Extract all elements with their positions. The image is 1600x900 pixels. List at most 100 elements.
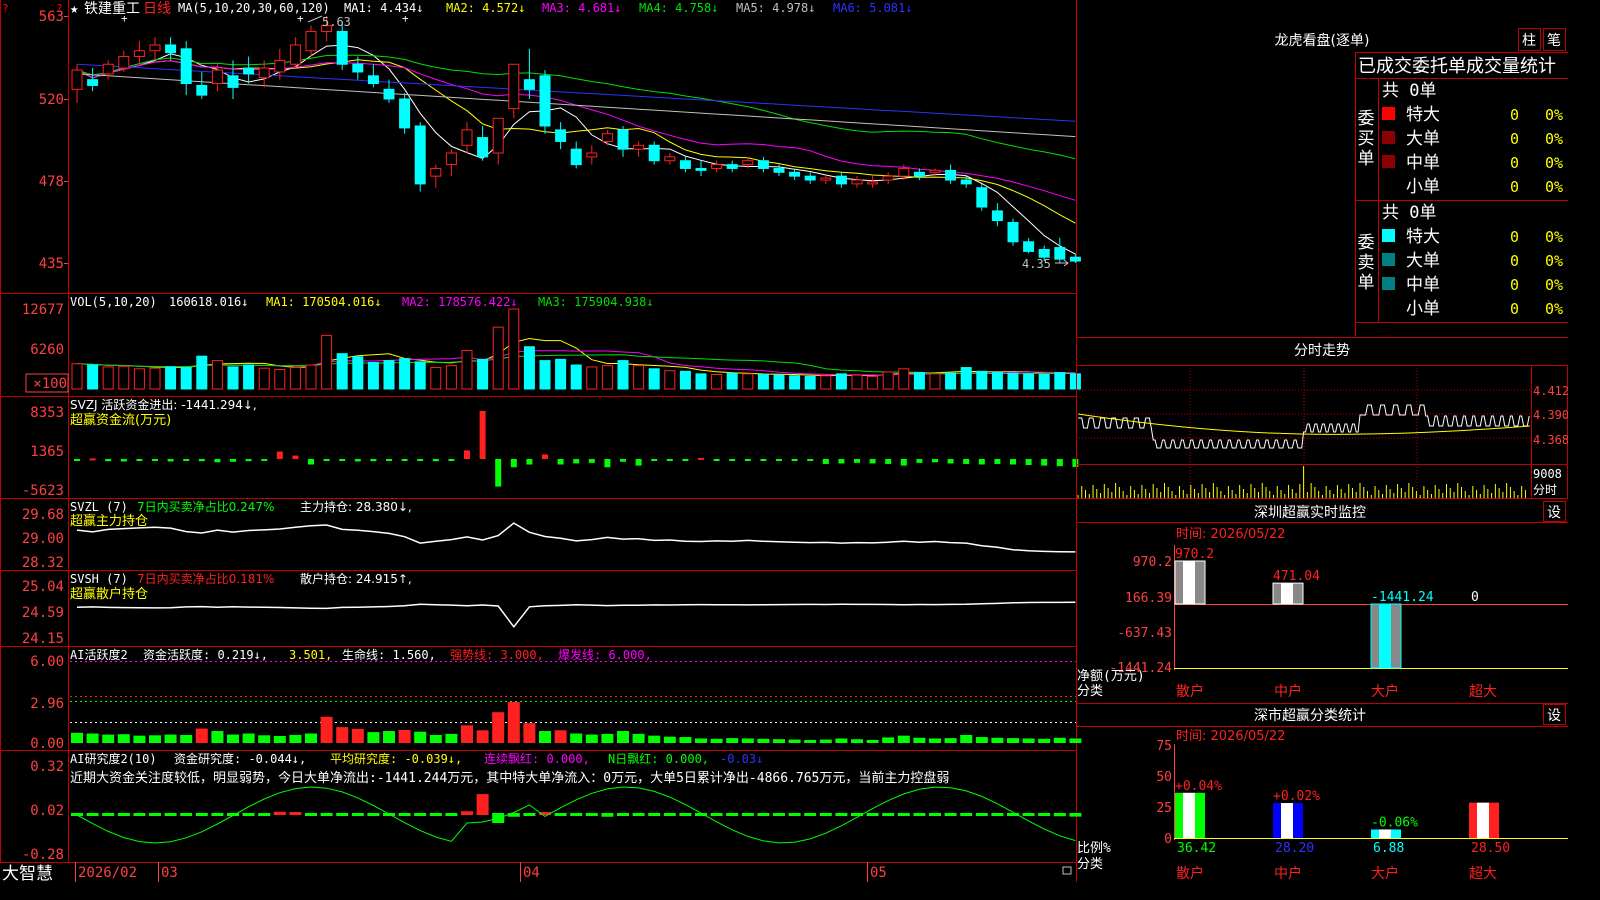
volume-bar (711, 373, 723, 390)
intraday-title: 分时走势 (1294, 343, 1350, 359)
candle-body (742, 160, 754, 166)
activity-bar (539, 731, 551, 743)
retail-holding-line (76, 601, 1076, 629)
flow-bar (339, 459, 346, 461)
flow-bar (807, 459, 814, 461)
candle-body (227, 75, 239, 88)
volume-bar (352, 356, 364, 390)
research-bar (367, 813, 380, 816)
flow-bar (386, 459, 392, 461)
candle-body (898, 167, 910, 177)
volume-bar (976, 370, 988, 390)
activity-bar (102, 734, 115, 743)
flow-bar (276, 451, 283, 459)
buy-row-qty: 0 (1510, 154, 1519, 172)
volume-bar (742, 373, 754, 390)
research-bar (570, 813, 583, 816)
research-bar (351, 813, 364, 816)
svzj-title: 超赢资金流(万元) (70, 412, 171, 428)
volume-bar (461, 350, 473, 390)
classify-y-unit: 比例% (1077, 841, 1111, 856)
candle-body (929, 169, 941, 173)
volume-bar (586, 366, 598, 390)
flow-bar (947, 459, 954, 464)
buy-row-qty: 0 (1510, 178, 1519, 196)
activity-bar (757, 738, 770, 743)
vol-legend-label: VOL(5,10,20) (70, 295, 157, 309)
activity-bar (929, 738, 941, 743)
research-bars (71, 794, 1082, 823)
sell-row-name: 大单 (1406, 251, 1440, 271)
activity-bar (632, 733, 645, 743)
activity-bar (117, 734, 130, 743)
intraday-vol-unit: 分时 (1533, 483, 1557, 497)
activity-bar (1022, 738, 1035, 743)
ai-research-panel: AI研究度2(10) 资金研究度: -0.044↓, 平均研究度: -0.039… (22, 751, 1082, 863)
ma20-line (76, 60, 1076, 201)
research-comment: 近期大资金关注度较低，明显弱势，今日大单净流出:-1441.244万元，其中特大… (70, 770, 949, 786)
flow-bar (682, 459, 689, 461)
candle-body (305, 30, 317, 52)
candle-body (1007, 221, 1019, 243)
classify-cat: 超大 (1469, 866, 1497, 882)
research-bar (648, 813, 661, 816)
volume-bar (804, 375, 816, 390)
flow-bar (370, 459, 377, 462)
classify-tick: 75 (1156, 739, 1172, 754)
event-marker-icon[interactable]: + (121, 12, 128, 25)
volume-bar (570, 364, 582, 390)
volume-bar (430, 367, 442, 390)
candle-body (243, 67, 255, 75)
event-marker-icon[interactable]: + (297, 12, 304, 25)
classify-settings-label: 设 (1547, 708, 1561, 724)
volume-bar (196, 355, 208, 390)
vol-legend-value: 160618.016↓ (169, 295, 248, 309)
classify-change-label: -0.06% (1371, 815, 1418, 830)
activity-bar (788, 739, 801, 743)
candle-body (664, 156, 676, 162)
activity-bar (570, 733, 583, 743)
volume-bar (180, 367, 192, 390)
candle-body (695, 167, 707, 171)
flow-bar (1010, 459, 1016, 465)
buy-row-pct: 0% (1545, 178, 1563, 196)
flow-bar (729, 459, 736, 461)
candle-body (882, 175, 894, 181)
research-bar (804, 813, 817, 816)
activity-bar (1038, 738, 1051, 743)
volume-bar (991, 372, 1003, 390)
research-bar (726, 813, 739, 816)
stock-name: 铁建重工 (84, 1, 140, 17)
ai-activity-tick: 0.00 (30, 736, 64, 752)
classify-tick: 0 (1164, 832, 1172, 847)
vol-tick: 6260 (30, 342, 64, 358)
flow-bar (791, 459, 798, 461)
classify-bar-highlight (1183, 792, 1195, 838)
sell-row-qty: 0 (1510, 300, 1519, 318)
research-bar (476, 794, 489, 815)
event-marker-icon[interactable]: + (402, 12, 409, 25)
period-label[interactable]: 日线 (143, 1, 171, 17)
candle-body (726, 164, 738, 169)
volume-bar (383, 360, 395, 390)
candle-body (586, 152, 598, 158)
flow-bar (1056, 459, 1063, 467)
lock-icon[interactable] (1062, 866, 1072, 875)
svsh-label: SVSH (7) (70, 572, 128, 586)
ai-research-label: AI研究度2(10) (70, 751, 157, 766)
activity-bar (492, 712, 505, 743)
corner-question-icon[interactable]: ? (2, 2, 9, 15)
flow-bar (198, 459, 205, 462)
research-bar (320, 813, 333, 816)
volume-bar (305, 364, 317, 390)
activity-bar (585, 734, 598, 743)
candle-body (757, 160, 769, 169)
classify-cat: 散户 (1176, 865, 1204, 882)
monitor-tick: 166.39 (1125, 591, 1172, 606)
research-bar (117, 813, 130, 816)
candle-body (383, 88, 395, 100)
flow-bar (1072, 459, 1079, 467)
research-bar (944, 813, 957, 816)
flow-bar (588, 459, 595, 463)
star-icon[interactable]: ★ (70, 1, 79, 17)
